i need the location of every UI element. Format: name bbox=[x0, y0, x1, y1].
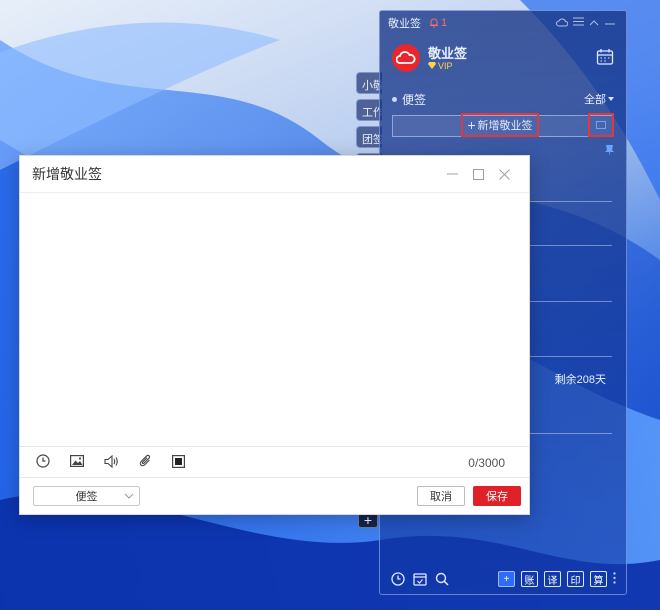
new-note-bar[interactable]: 新增敬业签 bbox=[392, 113, 614, 137]
dialog-title: 新增敬业签 bbox=[32, 166, 102, 182]
caret-down-icon bbox=[608, 97, 614, 101]
collapse-icon[interactable] bbox=[586, 17, 602, 29]
minimize-icon bbox=[446, 173, 458, 175]
toolbar-calc-button[interactable]: 算 bbox=[590, 571, 607, 587]
app-titlebar: 敬业签 1 bbox=[380, 11, 626, 35]
cloud-icon[interactable] bbox=[554, 17, 570, 30]
notification-count: 1 bbox=[441, 17, 448, 29]
clock-icon[interactable] bbox=[390, 571, 406, 587]
diamond-icon bbox=[428, 62, 436, 69]
new-note-button[interactable]: 新增敬业签 bbox=[461, 113, 539, 137]
category-select[interactable]: 便签 bbox=[33, 486, 140, 506]
expand-editor-button[interactable] bbox=[588, 113, 614, 137]
section-label: 便签 bbox=[402, 92, 427, 107]
app-name: 敬业签 bbox=[428, 45, 468, 61]
expand-icon bbox=[596, 121, 606, 129]
chevron-down-icon bbox=[124, 493, 134, 499]
app-window-title: 敬业签 bbox=[388, 18, 421, 30]
app-bottom-toolbar: + 账 译 印 算 bbox=[380, 564, 626, 594]
new-note-label: 新增敬业签 bbox=[477, 120, 533, 132]
search-icon[interactable] bbox=[434, 571, 450, 587]
toolbar-print-button[interactable]: 印 bbox=[567, 571, 584, 587]
image-icon[interactable] bbox=[70, 455, 85, 470]
save-button[interactable]: 保存 bbox=[473, 486, 521, 506]
cloud-logo-icon bbox=[396, 51, 416, 64]
minimize-button[interactable] bbox=[439, 164, 465, 184]
close-button[interactable] bbox=[491, 164, 517, 184]
vip-label: VIP bbox=[438, 60, 453, 71]
minimize-icon[interactable] bbox=[602, 17, 618, 29]
maximize-button[interactable] bbox=[465, 164, 491, 184]
notification-indicator[interactable]: 1 bbox=[429, 17, 447, 29]
dialog-titlebar: 新增敬业签 bbox=[20, 156, 529, 193]
maximize-icon bbox=[472, 168, 484, 180]
cancel-button[interactable]: 取消 bbox=[417, 486, 465, 506]
note-editor[interactable] bbox=[20, 194, 529, 445]
filter-label: 全部 bbox=[584, 94, 606, 106]
calendar-check-icon[interactable] bbox=[412, 571, 428, 587]
menu-icon[interactable] bbox=[570, 17, 586, 29]
more-vertical-icon[interactable] bbox=[613, 571, 616, 587]
dialog-footer: 便签 取消 保存 bbox=[20, 477, 529, 514]
toolbar-add-button[interactable]: + bbox=[498, 571, 515, 587]
notes-section-header: 便签 全部 bbox=[380, 87, 626, 111]
char-counter: 0/3000 bbox=[468, 455, 505, 470]
calendar-icon[interactable] bbox=[596, 48, 614, 69]
checkbox-icon[interactable] bbox=[172, 454, 186, 471]
audio-icon[interactable] bbox=[104, 454, 119, 471]
filter-dropdown[interactable]: 全部 bbox=[584, 91, 614, 107]
reminder-clock-icon[interactable] bbox=[36, 454, 50, 471]
toolbar-account-button[interactable]: 账 bbox=[521, 571, 538, 587]
section-dot bbox=[392, 96, 397, 102]
bell-icon bbox=[430, 18, 438, 28]
new-note-dialog: 新增敬业签 0/3000 便签 取消 保存 bbox=[19, 155, 530, 515]
app-header: 敬业签 VIP bbox=[380, 35, 626, 81]
vip-badge: VIP bbox=[428, 61, 467, 71]
toolbar-translate-button[interactable]: 译 bbox=[544, 571, 561, 587]
close-icon bbox=[498, 168, 510, 180]
app-logo bbox=[392, 44, 420, 72]
editor-toolbar: 0/3000 bbox=[20, 446, 529, 478]
pin-icon[interactable] bbox=[605, 145, 614, 159]
plus-icon bbox=[467, 121, 475, 129]
attachment-icon[interactable] bbox=[139, 454, 152, 471]
category-value: 便签 bbox=[75, 491, 98, 503]
remaining-days: 剩余208天 bbox=[554, 374, 606, 386]
